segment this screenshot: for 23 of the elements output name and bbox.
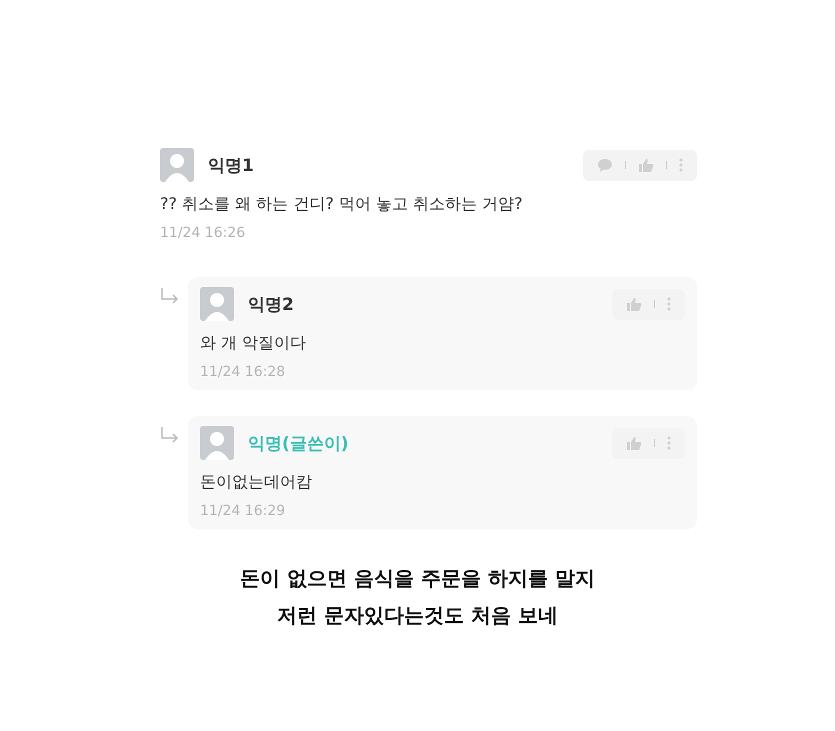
- reply-arrow-icon: [160, 426, 180, 444]
- comment-time: 11/24 16:28: [200, 364, 286, 380]
- avatar-icon: [200, 426, 234, 460]
- comment-text: 돈이없는데어캄: [200, 472, 313, 493]
- thumbs-up-icon[interactable]: [626, 296, 642, 312]
- caption-text: 돈이 없으면 음식을 주문을 하지를 말지: [240, 565, 595, 592]
- more-icon[interactable]: [679, 158, 683, 172]
- comment-text: 와 개 악질이다: [200, 333, 308, 354]
- reply-arrow-icon: [160, 287, 180, 305]
- more-icon[interactable]: [667, 436, 671, 450]
- author-name: 익명(글쓴이): [248, 432, 350, 454]
- speech-bubble-icon[interactable]: [597, 158, 613, 172]
- thumbs-up-icon[interactable]: [626, 436, 642, 450]
- avatar-icon: [160, 148, 194, 182]
- avatar-icon: [200, 287, 234, 321]
- more-icon[interactable]: [667, 297, 671, 311]
- comment-time: 11/24 16:26: [160, 225, 246, 241]
- thumbs-up-icon[interactable]: [638, 158, 654, 172]
- comment-text: ?? 취소를 왜 하는 건디? 먹어 놓고 취소하는 거얌?: [160, 194, 524, 215]
- comment-time: 11/24 16:29: [200, 503, 286, 519]
- author-name: 익명1: [208, 154, 255, 176]
- caption-text: 저런 문자있다는것도 처음 보네: [277, 602, 558, 629]
- author-name: 익명2: [248, 294, 295, 316]
